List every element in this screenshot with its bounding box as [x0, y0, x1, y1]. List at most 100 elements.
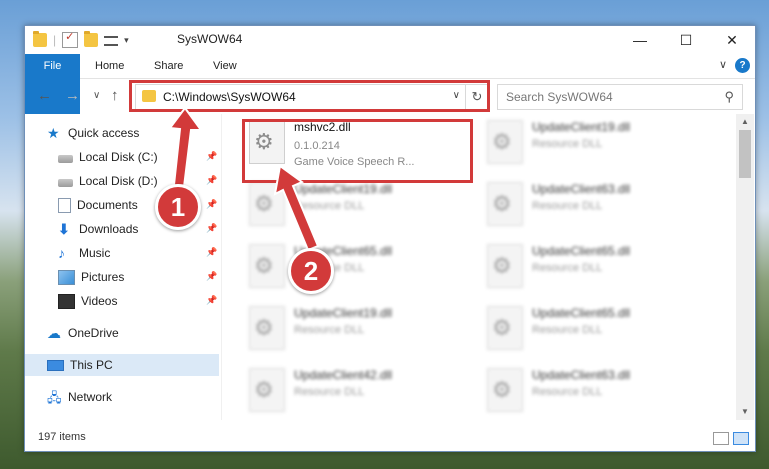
sidebar-item-downloads[interactable]: ⬇ Downloads [58, 218, 138, 240]
maximize-button[interactable]: ☐ [663, 26, 709, 54]
quick-access-toolbar: | ▾ [33, 30, 129, 48]
sidebar-item-local-disk-c[interactable]: Local Disk (C:) [58, 146, 158, 168]
address-path[interactable]: C:\Windows\SysWOW64 [163, 90, 296, 104]
music-icon: ♪ [58, 244, 65, 261]
sidebar-item-label: Network [68, 390, 113, 404]
new-folder-icon[interactable] [84, 31, 99, 47]
toolbar-dropdown-icon[interactable]: ▾ [124, 35, 129, 46]
sidebar-item-videos[interactable]: Videos [58, 290, 117, 312]
file-name: UpdateClient65.dll [532, 306, 631, 320]
videos-icon [58, 293, 75, 309]
pictures-icon [58, 269, 75, 285]
pin-icon[interactable]: 📌 [206, 199, 217, 210]
dll-file-icon [487, 120, 523, 164]
file-description: Resource DLL [532, 200, 603, 212]
title-bar: | ▾ SysWOW64 — ☐ ✕ [25, 26, 755, 54]
scroll-down-icon[interactable]: ▼ [736, 404, 754, 420]
sidebar-item-this-pc[interactable]: This PC [25, 354, 219, 376]
pin-icon[interactable]: 📌 [206, 223, 217, 234]
close-button[interactable]: ✕ [709, 26, 755, 54]
documents-icon [58, 197, 71, 213]
local-disk-icon [58, 178, 73, 187]
dll-file-icon [249, 182, 285, 226]
sidebar-item-label: Downloads [79, 222, 139, 236]
toolbar-separator: | [53, 33, 57, 47]
search-input[interactable]: Search SysWOW64 ⚲ [497, 84, 743, 110]
folder-icon [33, 31, 47, 47]
sidebar-item-label: Documents [77, 198, 138, 212]
sidebar-item-quick-access[interactable]: ★ Quick access [47, 122, 139, 144]
pin-icon[interactable]: 📌 [206, 247, 217, 258]
file-item[interactable]: UpdateClient65.dll Resource DLL [460, 300, 690, 360]
file-name: UpdateClient19.dll [294, 182, 393, 196]
file-description: Resource DLL [294, 386, 365, 398]
file-name: mshvc2.dll [294, 120, 351, 134]
dll-file-icon [249, 368, 285, 412]
vertical-scrollbar[interactable]: ▲ ▼ [736, 114, 754, 420]
sidebar-item-pictures[interactable]: Pictures [58, 266, 124, 288]
refresh-icon[interactable]: ↻ [465, 85, 488, 109]
large-icons-view-icon[interactable] [733, 432, 749, 445]
sidebar-item-label: This PC [70, 358, 113, 372]
file-description: Game Voice Speech R... [294, 156, 415, 168]
pin-icon[interactable]: 📌 [206, 175, 217, 186]
sidebar-item-label: Local Disk (D:) [79, 174, 158, 188]
sidebar-item-label: Music [79, 246, 111, 260]
search-placeholder: Search SysWOW64 [506, 90, 613, 104]
file-name: UpdateClient42.dll [294, 368, 393, 382]
tab-view[interactable]: View [201, 54, 249, 78]
sidebar-item-local-disk-d[interactable]: Local Disk (D:) [58, 170, 158, 192]
file-description: Resource DLL [294, 200, 365, 212]
step-marker-1: 1 [155, 184, 201, 230]
search-icon[interactable]: ⚲ [724, 89, 734, 105]
scroll-up-icon[interactable]: ▲ [736, 114, 754, 130]
network-icon: 🖧 [47, 389, 62, 405]
sidebar-item-label: OneDrive [68, 326, 119, 340]
file-description: Resource DLL [532, 386, 603, 398]
file-description: Resource DLL [294, 324, 365, 336]
file-item[interactable]: UpdateClient63.dll Resource DLL [460, 362, 690, 420]
pin-icon[interactable]: 📌 [206, 271, 217, 282]
properties-icon[interactable] [62, 30, 79, 48]
file-item[interactable]: UpdateClient63.dll Resource DLL [460, 176, 690, 236]
file-item[interactable]: UpdateClient19.dll Resource DLL [460, 114, 690, 174]
sidebar-item-music[interactable]: ♪ Music [58, 242, 110, 264]
folder-icon [142, 90, 156, 102]
ribbon-expand-icon[interactable]: ∨ [719, 58, 727, 71]
sidebar-item-label: Videos [81, 294, 118, 308]
file-item[interactable]: UpdateClient19.dll Resource DLL [222, 176, 452, 236]
address-dropdown-icon[interactable]: ∨ [453, 90, 460, 101]
pin-icon[interactable]: 📌 [206, 295, 217, 306]
back-arrow-icon[interactable]: ← [37, 87, 52, 104]
forward-arrow-icon[interactable]: → [65, 87, 80, 104]
file-item[interactable]: UpdateClient42.dll Resource DLL [222, 362, 452, 420]
tab-share[interactable]: Share [142, 54, 195, 78]
item-count: 197 items [38, 431, 86, 443]
file-item[interactable]: UpdateClient65.dll Resource DLL [460, 238, 690, 298]
sidebar-item-label: Local Disk (C:) [79, 150, 158, 164]
file-name: UpdateClient63.dll [532, 368, 631, 382]
sidebar-item-onedrive[interactable]: ☁ OneDrive [47, 322, 119, 344]
downloads-icon: ⬇ [58, 220, 70, 237]
dll-file-icon [249, 120, 285, 164]
file-item[interactable]: UpdateClient19.dll Resource DLL [222, 300, 452, 360]
step-marker-2: 2 [288, 248, 334, 294]
tab-home[interactable]: Home [83, 54, 136, 78]
file-item[interactable]: UpdateClient65.dll Resource DLL [222, 238, 452, 298]
dll-file-icon [487, 306, 523, 350]
address-row: ← → ∨ ↑ C:\Windows\SysWOW64 ∨ ↻ Search S… [25, 79, 755, 113]
minimize-button[interactable]: — [617, 26, 663, 54]
file-item-mshvc2[interactable]: mshvc2.dll 0.1.0.214 Game Voice Speech R… [222, 114, 452, 174]
sidebar-item-documents[interactable]: Documents [58, 194, 138, 216]
sidebar-item-network[interactable]: 🖧 Network [47, 386, 112, 408]
address-bar[interactable]: C:\Windows\SysWOW64 ∨ ↻ [135, 84, 489, 110]
pin-icon[interactable]: 📌 [206, 151, 217, 162]
up-arrow-icon[interactable]: ↑ [111, 87, 119, 104]
customize-toolbar-icon[interactable] [104, 36, 119, 46]
sidebar-item-label: Quick access [68, 126, 140, 140]
details-view-icon[interactable] [713, 432, 729, 445]
recent-locations-icon[interactable]: ∨ [93, 90, 100, 101]
onedrive-icon: ☁ [47, 324, 61, 341]
help-icon[interactable]: ? [735, 58, 750, 73]
scrollbar-thumb[interactable] [739, 130, 751, 178]
